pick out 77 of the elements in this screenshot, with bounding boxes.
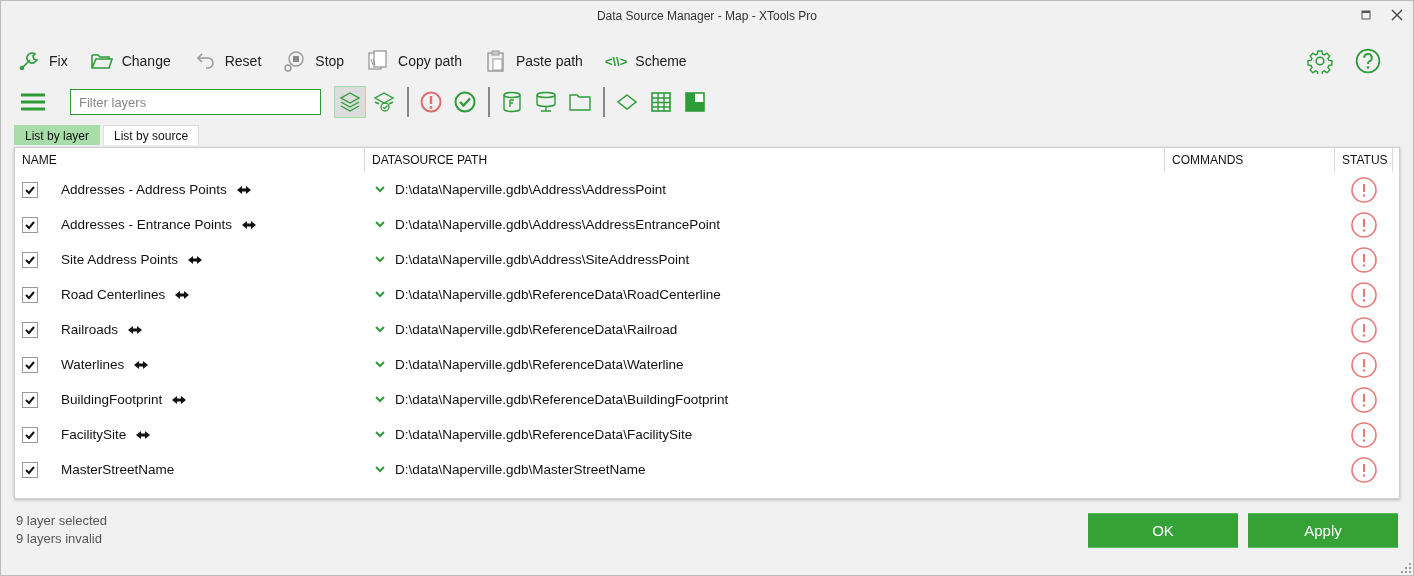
checkbox[interactable] — [22, 286, 38, 303]
check-circle-icon — [453, 90, 477, 114]
checkbox[interactable] — [22, 251, 38, 268]
checkbox[interactable] — [22, 356, 38, 373]
chevron-down-icon[interactable] — [375, 361, 385, 368]
move-handle-icon[interactable] — [172, 395, 187, 404]
move-handle-icon[interactable] — [134, 360, 149, 369]
table-icon — [649, 90, 673, 114]
filter-field[interactable]: Filter layers — [70, 89, 321, 115]
filter-button[interactable] — [334, 86, 366, 118]
column-header: NAME — [15, 148, 365, 172]
column-header: DATASOURCE PATH — [365, 148, 1165, 172]
layer-name: Waterlines — [61, 357, 125, 372]
chevron-down-icon[interactable] — [375, 186, 385, 193]
toolbar-button[interactable]: Paste path — [483, 45, 595, 77]
chevron-down-icon[interactable] — [375, 221, 385, 228]
layer-name: Railroads — [61, 322, 119, 337]
toolbar-button[interactable]: Stop — [283, 45, 357, 77]
toolbar-button[interactable]: Fix — [17, 45, 80, 77]
layer-name: Addresses - Address Points — [61, 182, 227, 197]
chevron-down-icon[interactable] — [375, 256, 385, 263]
layer-name: Road Centerlines — [61, 287, 166, 302]
window-title: Data Source Manager - Map - XTools Pro — [596, 9, 818, 23]
datasource-path: D:\data\Naperville.gdb\MasterStreetName — [395, 462, 646, 477]
move-handle-icon[interactable] — [242, 220, 257, 229]
layer-name: MasterStreetName — [61, 462, 175, 477]
column-header: COMMANDS — [1165, 148, 1335, 172]
column-header: STATUS — [1335, 148, 1393, 172]
checkbox[interactable] — [22, 461, 38, 478]
layer-name: Addresses - Entrance Points — [61, 217, 233, 232]
checkbox[interactable] — [22, 391, 38, 408]
help-button[interactable] — [1355, 48, 1381, 74]
chevron-down-icon[interactable] — [375, 431, 385, 438]
checkbox[interactable] — [22, 181, 38, 198]
move-handle-icon[interactable] — [175, 290, 190, 299]
datasource-path: D:\data\Naperville.gdb\Address\AddressPoint — [395, 182, 666, 197]
layers-icon — [338, 90, 362, 114]
code-icon: <\\> — [604, 53, 628, 69]
layer-name: FacilitySite — [61, 427, 127, 442]
database-icon — [500, 90, 524, 114]
checkbox[interactable] — [22, 216, 38, 233]
chevron-down-icon[interactable] — [375, 466, 385, 473]
layer-name: BuildingFootprint — [61, 392, 163, 407]
datasource-path: D:\data\Naperville.gdb\ReferenceData\BuildingFootprint — [395, 392, 729, 407]
status-text: 9 layer selected — [16, 513, 108, 528]
close-button[interactable] — [1391, 9, 1403, 21]
layer-name: Site Address Points — [61, 252, 179, 267]
database-monitor-icon — [534, 90, 558, 114]
settings-button[interactable] — [1307, 48, 1333, 74]
error-icon — [419, 90, 443, 114]
datasource-path: D:\data\Naperville.gdb\ReferenceData\FacilitySite — [395, 427, 693, 442]
datasource-path: D:\data\Naperville.gdb\ReferenceData\RoadCenterline — [395, 287, 721, 302]
toolbar-button[interactable]: <\\> Scheme — [604, 49, 699, 73]
toolbar-button[interactable]: Reset — [192, 45, 274, 77]
wrench-icon — [17, 49, 41, 73]
datasource-path: D:\data\Naperville.gdb\ReferenceData\Waterline — [395, 357, 684, 372]
toolbar-button[interactable]: Change — [89, 45, 183, 77]
chevron-down-icon[interactable] — [375, 326, 385, 333]
checkbox[interactable] — [22, 426, 38, 443]
layers-check-icon — [372, 90, 396, 114]
move-handle-icon[interactable] — [128, 325, 143, 334]
move-handle-icon[interactable] — [188, 255, 203, 264]
toolbar-button[interactable]: Copy path — [366, 45, 474, 77]
maximize-button[interactable] — [1361, 10, 1371, 20]
tab[interactable]: List by source — [103, 125, 200, 145]
chevron-down-icon[interactable] — [375, 396, 385, 403]
datasource-path: D:\data\Naperville.gdb\Address\AddressEntrancePoint — [395, 217, 720, 232]
tab[interactable]: List by layer — [14, 125, 101, 145]
datasource-path: D:\data\Naperville.gdb\Address\SiteAddressPoint — [395, 252, 690, 267]
move-handle-icon[interactable] — [236, 185, 251, 194]
move-handle-icon[interactable] — [136, 430, 151, 439]
checkbox[interactable] — [22, 321, 38, 338]
status-text: 9 layers invalid — [16, 531, 103, 546]
resize-grip-icon[interactable] — [1401, 563, 1411, 573]
chevron-down-icon[interactable] — [375, 291, 385, 298]
datasource-path: D:\data\Naperville.gdb\ReferenceData\Railroad — [395, 322, 678, 337]
checker-icon — [683, 90, 707, 114]
